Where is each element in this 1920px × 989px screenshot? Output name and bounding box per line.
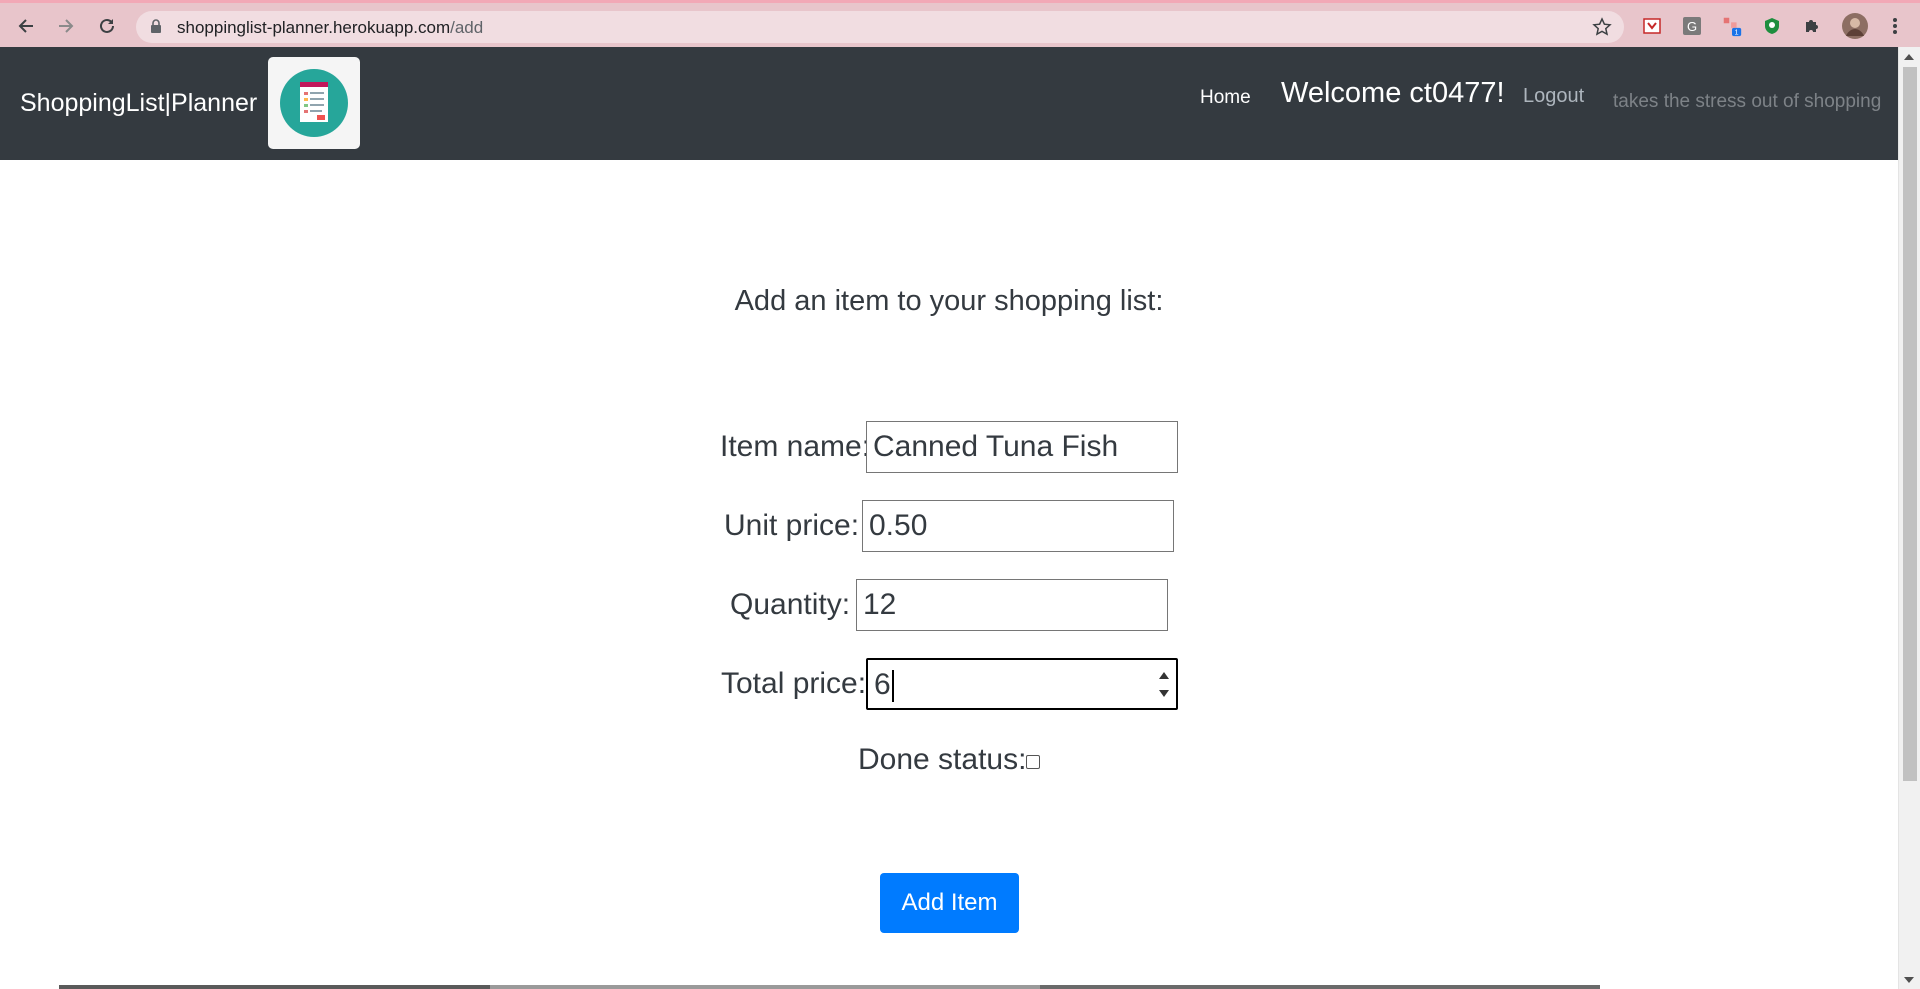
page-title: Add an item to your shopping list: <box>734 285 1164 317</box>
bookmark-star-icon[interactable] <box>1592 17 1612 42</box>
reload-icon[interactable] <box>94 13 120 39</box>
scroll-down-icon[interactable] <box>1904 977 1914 983</box>
bottom-edge <box>1040 985 1600 989</box>
total-price-input[interactable]: 6 <box>866 658 1178 710</box>
item-name-input[interactable]: Canned Tuna Fish <box>866 421 1178 473</box>
extension-flow-icon[interactable]: 1 <box>1721 15 1743 37</box>
text-caret <box>891 670 894 703</box>
total-price-label: Total price: <box>721 667 867 700</box>
address-bar[interactable]: shoppinglist-planner.herokuapp.com/add <box>136 11 1624 43</box>
bottom-edge <box>59 985 490 989</box>
url-text: shoppinglist-planner.herokuapp.com/add <box>177 18 484 37</box>
extensions-puzzle-icon[interactable] <box>1801 15 1823 37</box>
browser-toolbar: shoppinglist-planner.herokuapp.com/add G… <box>0 0 1920 47</box>
svg-text:1: 1 <box>1735 28 1739 37</box>
logo[interactable] <box>268 57 360 149</box>
welcome-text: Welcome ct0477! <box>1281 77 1505 109</box>
add-item-button[interactable]: Add Item <box>880 873 1019 933</box>
bottom-edge <box>490 985 1040 989</box>
brand-link[interactable]: ShoppingList|Planner <box>20 89 257 118</box>
unit-price-input[interactable]: 0.50 <box>862 500 1174 552</box>
page-scrollbar[interactable] <box>1898 47 1920 989</box>
extension-shield-icon[interactable] <box>1641 15 1663 37</box>
profile-avatar[interactable] <box>1841 12 1869 40</box>
scroll-up-icon[interactable] <box>1904 54 1914 60</box>
forward-icon[interactable] <box>53 13 79 39</box>
back-icon[interactable] <box>13 13 39 39</box>
menu-kebab-icon[interactable] <box>1884 15 1906 37</box>
extension-g-icon[interactable]: G <box>1681 15 1703 37</box>
nav-logout-link[interactable]: Logout <box>1523 85 1584 108</box>
scrollbar-thumb[interactable] <box>1903 67 1917 781</box>
item-name-label: Item name: <box>720 430 871 463</box>
unit-price-label: Unit price: <box>724 509 860 542</box>
shopping-list-logo-icon <box>280 69 348 137</box>
spinner-down-icon[interactable] <box>1159 690 1169 697</box>
site-navbar: ShoppingList|Planner Home Welcome ct0477… <box>0 47 1898 160</box>
spinner-up-icon[interactable] <box>1159 672 1169 679</box>
svg-text:G: G <box>1687 19 1697 34</box>
extension-green-shield-icon[interactable] <box>1761 15 1783 37</box>
lock-icon <box>150 19 162 38</box>
number-spinner[interactable] <box>1158 666 1170 702</box>
nav-home-link[interactable]: Home <box>1200 87 1251 109</box>
tagline: takes the stress out of shopping <box>1613 91 1882 112</box>
done-status-label: Done status: <box>858 743 1027 776</box>
done-status-checkbox[interactable] <box>1026 755 1040 769</box>
quantity-input[interactable]: 12 <box>856 579 1168 631</box>
quantity-label: Quantity: <box>730 588 851 621</box>
